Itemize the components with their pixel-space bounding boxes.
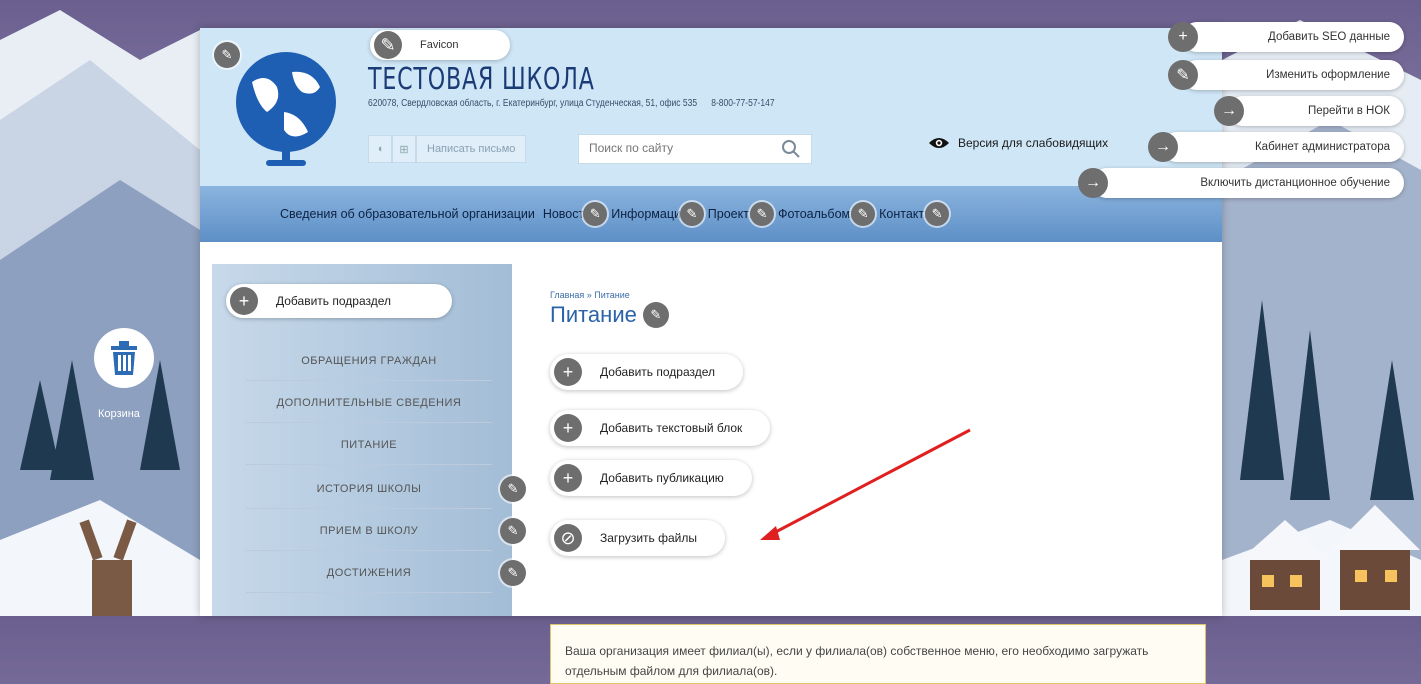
edit-nav-projects-button[interactable]: ✎ bbox=[749, 202, 774, 226]
add-seo-button[interactable]: + Добавить SEO данные bbox=[1168, 22, 1404, 52]
sidebar-item-food[interactable]: ПИТАНИЕ bbox=[246, 426, 492, 465]
sidebar-item-appeals[interactable]: ОБРАЩЕНИЯ ГРАЖДАН bbox=[246, 342, 492, 381]
edit-nav-info-button[interactable]: ✎ bbox=[679, 202, 704, 226]
edit-logo-button[interactable]: ✎ bbox=[214, 42, 240, 68]
distance-learning-button[interactable]: → Включить дистанционное обучение bbox=[1078, 168, 1404, 198]
sidebar-item-extra-info[interactable]: ДОПОЛНИТЕЛЬНЫЕ СВЕДЕНИЯ bbox=[246, 384, 492, 423]
sidebar-add-label: Добавить подраздел bbox=[276, 294, 392, 308]
header-tools: ◖ ⊞ Написать письмо bbox=[368, 135, 527, 163]
favicon-button[interactable]: ✎ Favicon bbox=[370, 30, 510, 60]
nav-item-albums[interactable]: Фотоальбомы ✎ bbox=[777, 202, 876, 226]
trash-button[interactable] bbox=[94, 328, 154, 388]
trash-icon bbox=[111, 341, 137, 375]
admin-cabinet-button[interactable]: → Кабинет администратора bbox=[1148, 132, 1404, 162]
arrow-right-icon: → bbox=[1214, 96, 1244, 126]
write-letter-button[interactable]: Написать письмо bbox=[416, 135, 527, 163]
plus-icon: + bbox=[554, 464, 582, 492]
trash-label: Корзина bbox=[98, 408, 140, 420]
pencil-icon: ✎ bbox=[1168, 60, 1198, 90]
branch-notice: Ваша организация имеет филиал(ы), если у… bbox=[550, 624, 1206, 684]
edit-admission-button[interactable]: ✎ bbox=[500, 518, 526, 544]
arrow-right-icon: → bbox=[1148, 132, 1178, 162]
edit-achievements-button[interactable]: ✎ bbox=[500, 560, 526, 586]
address-text: 620078, Свердловская область, г. Екатери… bbox=[368, 98, 698, 109]
sidebar: + Добавить подраздел ОБРАЩЕНИЯ ГРАЖДАН Д… bbox=[212, 264, 526, 616]
sitemap-icon[interactable]: ⊞ bbox=[392, 135, 416, 163]
edit-title-button[interactable]: ✎ bbox=[642, 302, 669, 328]
nav-item-contacts[interactable]: Контакты ✎ bbox=[879, 202, 950, 226]
add-text-block-label: Добавить текстовый блок bbox=[600, 421, 743, 435]
admin-cabinet-label: Кабинет администратора bbox=[1254, 141, 1390, 153]
breadcrumb[interactable]: Главная » Питание bbox=[550, 290, 630, 300]
eye-icon bbox=[929, 138, 949, 148]
nav-item-news[interactable]: Новости ✎ bbox=[543, 202, 608, 226]
edit-nav-contacts-button[interactable]: ✎ bbox=[925, 202, 950, 226]
change-design-button[interactable]: ✎ Изменить оформление bbox=[1168, 60, 1404, 90]
plus-icon: + bbox=[554, 358, 582, 386]
low-vision-label: Версия для слабовидящих bbox=[958, 136, 1109, 150]
sidebar-item-history[interactable]: ИСТОРИЯ ШКОЛЫ bbox=[246, 470, 492, 509]
add-subsection-button[interactable]: + Добавить подраздел bbox=[550, 354, 744, 390]
nav-item-projects[interactable]: Проекты ✎ bbox=[708, 202, 774, 226]
nav-item-org-info[interactable]: Сведения об образовательной организации bbox=[280, 207, 535, 221]
add-publication-label: Добавить публикацию bbox=[600, 471, 724, 485]
sound-icon[interactable]: ◖ bbox=[368, 135, 392, 163]
sidebar-item-admission[interactable]: ПРИЕМ В ШКОЛУ bbox=[246, 512, 492, 551]
go-nok-label: Перейти в НОК bbox=[1307, 105, 1390, 117]
plus-icon: + bbox=[1168, 22, 1198, 52]
arrow-right-icon: → bbox=[1078, 168, 1108, 198]
site-address: 620078, Свердловская область, г. Екатери… bbox=[368, 98, 775, 109]
upload-files-button[interactable]: ⊘ Загрузить файлы bbox=[550, 520, 726, 556]
add-text-block-button[interactable]: + Добавить текстовый блок bbox=[550, 410, 771, 446]
pencil-icon: ✎ bbox=[374, 31, 402, 59]
add-publication-button[interactable]: + Добавить публикацию bbox=[550, 460, 752, 496]
sidebar-item-achievements[interactable]: ДОСТИЖЕНИЯ bbox=[246, 554, 492, 593]
site-search bbox=[578, 134, 812, 164]
main-nav: Сведения об образовательной организации … bbox=[200, 186, 1222, 242]
favicon-label: Favicon bbox=[420, 39, 459, 51]
go-nok-button[interactable]: → Перейти в НОК bbox=[1214, 96, 1404, 126]
edit-nav-albums-button[interactable]: ✎ bbox=[851, 202, 876, 226]
sidebar-add-subsection-button[interactable]: + Добавить подраздел bbox=[226, 284, 452, 318]
upload-files-label: Загрузить файлы bbox=[600, 531, 698, 545]
phone-text: 8-800-77-57-147 bbox=[711, 98, 775, 109]
low-vision-link[interactable]: Версия для слабовидящих bbox=[928, 136, 1108, 150]
search-icon[interactable] bbox=[781, 139, 801, 159]
globe-logo bbox=[236, 52, 336, 166]
edit-nav-news-button[interactable]: ✎ bbox=[583, 202, 608, 226]
change-design-label: Изменить оформление bbox=[1266, 69, 1390, 81]
edit-history-button[interactable]: ✎ bbox=[500, 476, 526, 502]
add-seo-label: Добавить SEO данные bbox=[1268, 31, 1390, 43]
plus-icon: + bbox=[230, 287, 258, 315]
add-subsection-label: Добавить подраздел bbox=[600, 365, 716, 379]
distance-learning-label: Включить дистанционное обучение bbox=[1200, 177, 1390, 189]
page-title: Питание ✎ bbox=[550, 302, 669, 328]
nav-label: Информация bbox=[611, 207, 688, 221]
site-title: ТЕСТОВАЯ ШКОЛА bbox=[368, 62, 595, 97]
site-page: ✎ ТЕСТОВАЯ ШКОЛА 620078, Свердловская об… bbox=[200, 28, 1222, 684]
paperclip-icon: ⊘ bbox=[554, 524, 582, 552]
site-header: ✎ ТЕСТОВАЯ ШКОЛА 620078, Свердловская об… bbox=[200, 28, 1222, 186]
search-input[interactable] bbox=[579, 135, 779, 161]
nav-label: Фотоальбомы bbox=[777, 207, 860, 221]
nav-label: Сведения об образовательной организации bbox=[280, 207, 535, 221]
nav-item-info[interactable]: Информация ✎ bbox=[611, 202, 704, 226]
page-title-text: Питание bbox=[550, 302, 637, 327]
plus-icon: + bbox=[554, 414, 582, 442]
